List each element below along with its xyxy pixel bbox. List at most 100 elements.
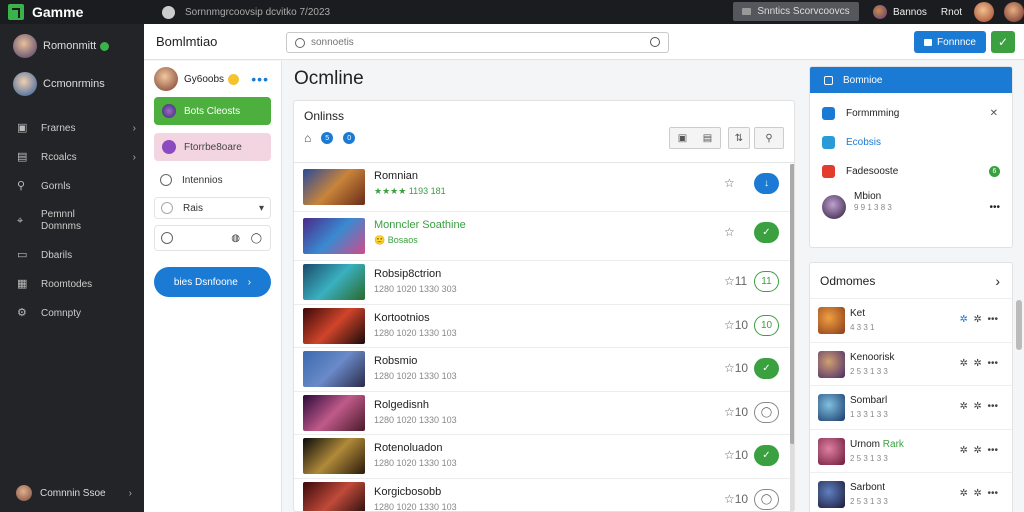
notification-item[interactable]: Formmming ✕ [810, 99, 1012, 128]
chevron-right-icon[interactable]: › [995, 273, 1000, 289]
game-name[interactable]: Robsip8ctrion [374, 268, 441, 280]
top-search[interactable]: Sornnmgrcoovsip dcvitko 7/2023 [162, 5, 330, 19]
magnifier-icon[interactable] [650, 37, 660, 47]
more-icon[interactable]: ••• [987, 445, 998, 456]
star-icon[interactable]: ✲ [974, 445, 982, 456]
sidebar-user[interactable]: Romonmitt [0, 28, 144, 64]
game-row[interactable]: Rolgedisnh 1280 1020 1330 103 ☆10 ◯ [294, 392, 794, 435]
sidebar-item-4[interactable]: ▭ Dbarils [0, 241, 144, 270]
like-icon[interactable]: ☆10 [724, 448, 748, 462]
page-scrollbar[interactable] [1016, 300, 1022, 350]
app-logo[interactable]: Gamme [8, 4, 148, 20]
game-thumbnail[interactable] [303, 264, 365, 301]
sort-button[interactable]: ⇅ [728, 127, 750, 149]
like-icon[interactable]: ☆ [724, 176, 735, 190]
friend-row[interactable]: Kenoorisk 2 5 3 1 3 3 ✲ ✲ ••• [810, 343, 1012, 386]
friend-row[interactable]: Sombarl 1 3 3 1 3 3 ✲ ✲ ••• [810, 386, 1012, 430]
like-icon[interactable]: ☆10 [724, 361, 748, 375]
sidebar-item-0[interactable]: ▣ Frarnes › [0, 114, 144, 143]
notification-item[interactable]: Ecobsis [810, 128, 1012, 157]
more-icon[interactable]: ••• [251, 71, 269, 87]
star-icon[interactable]: ✲ [974, 488, 982, 499]
game-name[interactable]: Korgicbosobb [374, 486, 441, 498]
folder-icon[interactable]: ▣ [678, 133, 687, 144]
notifications-header[interactable]: Bomnioe [810, 67, 1012, 93]
friend-row[interactable]: Ket 4 3 3 1 ✲ ✲ ••• [810, 299, 1012, 343]
game-thumbnail[interactable] [303, 394, 365, 431]
more-icon[interactable]: ••• [987, 314, 998, 325]
star-icon[interactable]: ✲ [960, 314, 968, 325]
friend-row[interactable]: Urnom Rark 2 5 3 1 3 3 ✲ ✲ ••• [810, 430, 1012, 473]
game-row[interactable]: Robsmio 1280 1020 1330 103 ☆10 ✓ [294, 348, 794, 392]
star-icon[interactable]: ✲ [960, 488, 968, 499]
friend-avatar[interactable] [818, 307, 845, 334]
more-icon[interactable]: ••• [987, 401, 998, 412]
star-icon[interactable]: ✲ [960, 445, 968, 456]
game-name[interactable]: Rolgedisnh [374, 399, 429, 411]
sidebar-bottom-user[interactable]: Comnnin Ssoe › [0, 480, 144, 506]
avatar[interactable] [1004, 2, 1024, 22]
close-icon[interactable]: ✕ [990, 108, 998, 119]
sidebar-user[interactable]: Ccmonrmins [0, 66, 144, 102]
search-input[interactable] [311, 37, 668, 48]
scrollbar[interactable] [790, 164, 794, 511]
game-thumbnail[interactable] [303, 218, 365, 254]
game-thumbnail[interactable] [303, 481, 365, 511]
settings-icon[interactable]: ◍ [231, 233, 240, 244]
sidebar-item-5[interactable]: ▦ Roomtodes [0, 270, 144, 299]
count-badge[interactable]: 6 [989, 166, 1000, 177]
friend-avatar[interactable] [818, 350, 845, 378]
game-thumbnail[interactable] [303, 169, 365, 205]
toggle-icon[interactable]: ◯ [251, 233, 262, 244]
view-toggle[interactable]: ▣ ▤ [669, 127, 721, 149]
filter-field-extra[interactable]: ◍ ◯ [154, 225, 271, 251]
game-thumbnail[interactable] [303, 351, 365, 388]
row-action-button[interactable]: ◯ [754, 488, 779, 510]
search-box[interactable] [286, 32, 669, 53]
primary-button[interactable]: Fonnnce [914, 31, 986, 53]
sidebar-item-2[interactable]: ⚲ Gornls [0, 172, 144, 201]
confirm-button[interactable]: ✓ [991, 31, 1015, 53]
filter-field-interests[interactable]: Intennios [154, 169, 271, 191]
row-action-button[interactable]: 11 [754, 271, 779, 292]
star-icon[interactable]: ✲ [974, 358, 982, 369]
list-icon[interactable]: ▤ [703, 133, 712, 144]
game-name[interactable]: Rotenoluadon [374, 442, 443, 454]
friends-header[interactable]: Odmomes › [810, 263, 1012, 299]
avatar[interactable] [974, 2, 995, 22]
more-icon[interactable]: ••• [989, 202, 1000, 213]
star-icon[interactable]: ✲ [974, 314, 982, 325]
like-icon[interactable]: ☆11 [724, 274, 747, 288]
row-action-button[interactable]: ↓ [754, 173, 779, 194]
top-action-button[interactable]: Snntics Scorvcoovcs [733, 2, 859, 21]
sidebar-item-3[interactable]: ⌖ Pemnnl Domnms [0, 201, 144, 241]
find-friends-button[interactable]: bies Dsnfoone › [154, 267, 271, 297]
row-action-button[interactable]: ◯ [754, 401, 779, 423]
game-name[interactable]: Robsmio [374, 355, 417, 367]
filter-chip[interactable]: 0 [343, 132, 356, 144]
friend-avatar[interactable] [818, 481, 845, 508]
scrollbar-thumb[interactable] [790, 164, 794, 444]
friend-avatar[interactable] [818, 394, 845, 421]
star-icon[interactable]: ✲ [960, 401, 968, 412]
game-name[interactable]: Monncler Soathine [374, 219, 466, 231]
game-row[interactable]: Rotenoluadon 1280 1020 1330 103 ☆10 ✓ [294, 435, 794, 479]
star-icon[interactable]: ✲ [974, 401, 982, 412]
home-icon[interactable]: ⌂ [304, 131, 311, 145]
game-thumbnail[interactable] [303, 438, 365, 475]
filter-pill-bots[interactable]: Bots Cleosts [154, 97, 271, 125]
sidebar-item-1[interactable]: ▤ Rcoalcs › [0, 143, 144, 172]
like-icon[interactable]: ☆10 [724, 318, 748, 332]
game-thumbnail[interactable] [303, 307, 365, 344]
sidebar-item-6[interactable]: ⚙ Comnpty [0, 299, 144, 328]
filter-select-rais[interactable]: Rais ▾ [154, 197, 271, 219]
like-icon[interactable]: ☆10 [724, 405, 748, 419]
row-action-button[interactable]: ✓ [754, 358, 779, 379]
row-action-button[interactable]: ✓ [754, 445, 779, 466]
notification-item[interactable]: Mbion 9 9 1 3 8 3 ••• [810, 186, 1012, 228]
game-name[interactable]: Romnian [374, 170, 418, 182]
filter-pill-favorites[interactable]: Ftorrbe8oare [154, 133, 271, 161]
profile-row[interactable]: Gy6oobs ••• [144, 61, 281, 97]
more-icon[interactable]: ••• [987, 488, 998, 499]
row-action-button[interactable]: 10 [754, 314, 779, 336]
